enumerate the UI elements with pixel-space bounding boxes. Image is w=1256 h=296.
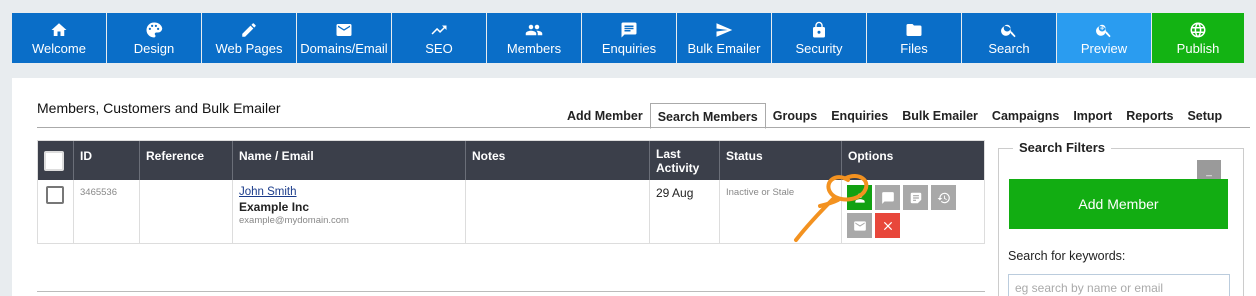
lock-icon <box>813 21 825 37</box>
header-notes[interactable]: Notes <box>466 141 650 180</box>
top-navigation: Welcome Design Web Pages Domains/Email S… <box>12 13 1256 63</box>
tab-bulk-emailer[interactable]: Bulk Emailer <box>895 103 985 129</box>
member-email: example@mydomain.com <box>239 215 349 226</box>
status-value: Inactive or Stale <box>726 187 795 198</box>
nav-bulk-emailer[interactable]: Bulk Emailer <box>677 13 771 63</box>
nav-web-pages[interactable]: Web Pages <box>202 13 296 63</box>
nav-domains-email[interactable]: Domains/Email <box>297 13 391 63</box>
cell-notes <box>466 180 650 243</box>
cell-options <box>842 180 984 243</box>
keywords-input[interactable] <box>1008 274 1230 296</box>
nav-security[interactable]: Security <box>772 13 866 63</box>
minimize-button[interactable]: _ <box>1197 160 1221 180</box>
comments-button[interactable] <box>875 185 900 210</box>
globe-icon <box>1190 22 1206 37</box>
filters-title: Search Filters <box>1013 140 1111 155</box>
table-bottom-divider <box>37 291 985 292</box>
members-table: ID Reference Name / Email Notes Last Act… <box>37 140 985 244</box>
tab-campaigns[interactable]: Campaigns <box>985 103 1066 129</box>
nav-seo[interactable]: SEO <box>392 13 486 63</box>
close-icon <box>883 221 892 230</box>
chat-icon <box>621 22 637 37</box>
search-icon <box>1001 24 1016 37</box>
tabs-divider <box>37 127 1250 128</box>
tab-import[interactable]: Import <box>1066 103 1119 129</box>
nav-label: Preview <box>1080 40 1128 56</box>
row-select-cell <box>38 180 74 243</box>
chat-icon <box>881 191 894 204</box>
nav-label: Security <box>795 40 843 56</box>
nav-members[interactable]: Members <box>487 13 581 63</box>
keywords-label: Search for keywords: <box>1008 249 1126 263</box>
nav-search[interactable]: Search <box>962 13 1056 63</box>
member-name-link[interactable]: John Smith <box>239 186 459 198</box>
cell-reference <box>140 180 233 243</box>
notes-button[interactable] <box>903 185 928 210</box>
delete-member-button[interactable] <box>875 213 900 238</box>
select-all-cell <box>38 141 74 180</box>
nav-publish[interactable]: Publish <box>1152 13 1244 63</box>
header-last-activity[interactable]: Last Activity <box>650 141 720 180</box>
tab-search-members[interactable]: Search Members <box>649 103 766 129</box>
view-member-button[interactable] <box>847 185 872 210</box>
nav-label: Publish <box>1176 40 1220 56</box>
tab-groups[interactable]: Groups <box>766 103 824 129</box>
home-icon <box>51 22 67 36</box>
nav-label: Files <box>900 40 928 56</box>
tab-add-member[interactable]: Add Member <box>560 103 650 129</box>
header-status[interactable]: Status <box>720 141 842 180</box>
envelope-icon <box>336 23 352 36</box>
members-panel: Members, Customers and Bulk Emailer Add … <box>12 78 1256 296</box>
envelope-icon <box>853 220 866 231</box>
cell-name-email: John Smith Example Inc example@mydomain.… <box>233 180 466 243</box>
nav-label: Domains/Email <box>300 40 388 56</box>
cell-status: Inactive or Stale <box>720 180 842 243</box>
nav-enquiries[interactable]: Enquiries <box>582 13 676 63</box>
people-icon <box>525 24 543 35</box>
pencil-icon <box>242 22 256 37</box>
tab-setup[interactable]: Setup <box>1180 103 1229 129</box>
header-options: Options <box>848 149 894 163</box>
palette-icon <box>146 21 163 37</box>
tab-enquiries[interactable]: Enquiries <box>824 103 895 129</box>
nav-label: Welcome <box>32 40 86 56</box>
person-icon <box>854 192 865 203</box>
nav-label: Search <box>988 40 1030 56</box>
nav-welcome[interactable]: Welcome <box>12 13 106 63</box>
header-name-email[interactable]: Name / Email <box>233 141 466 180</box>
zoom-icon <box>1096 24 1111 37</box>
trending-icon <box>431 25 447 34</box>
table-header: ID Reference Name / Email Notes Last Act… <box>38 141 984 180</box>
nav-label: Bulk Emailer <box>687 40 761 56</box>
last-activity-value: 29 Aug <box>656 186 694 200</box>
nav-label: SEO <box>425 40 453 56</box>
folder-icon <box>906 23 922 36</box>
nav-files[interactable]: Files <box>867 13 961 63</box>
nav-label: Members <box>506 40 562 56</box>
nav-label: Enquiries <box>601 40 657 56</box>
header-id[interactable]: ID <box>74 141 140 180</box>
nav-label: Design <box>133 40 175 56</box>
note-icon <box>910 192 921 203</box>
tab-reports[interactable]: Reports <box>1119 103 1180 129</box>
cell-id: 3465536 <box>74 180 140 243</box>
history-button[interactable] <box>931 185 956 210</box>
email-member-button[interactable] <box>847 213 872 238</box>
nav-design[interactable]: Design <box>107 13 201 63</box>
send-icon <box>716 22 733 37</box>
history-icon <box>937 192 950 203</box>
members-tabs: Add Member Search Members Groups Enquiri… <box>560 103 1229 129</box>
search-filters-panel: Search Filters _ Add Member Search for k… <box>998 140 1244 296</box>
member-company: Example Inc <box>239 200 310 214</box>
table-row: 3465536 John Smith Example Inc example@m… <box>38 180 984 243</box>
cell-last-activity: 29 Aug <box>650 180 720 243</box>
nav-label: Web Pages <box>215 40 283 56</box>
member-id: 3465536 <box>80 187 117 198</box>
header-reference[interactable]: Reference <box>140 141 233 180</box>
add-member-button[interactable]: Add Member <box>1009 179 1228 229</box>
select-all-checkbox[interactable] <box>44 151 64 171</box>
row-checkbox[interactable] <box>46 186 64 204</box>
nav-preview[interactable]: Preview <box>1057 13 1151 63</box>
page-title: Members, Customers and Bulk Emailer <box>37 100 281 116</box>
